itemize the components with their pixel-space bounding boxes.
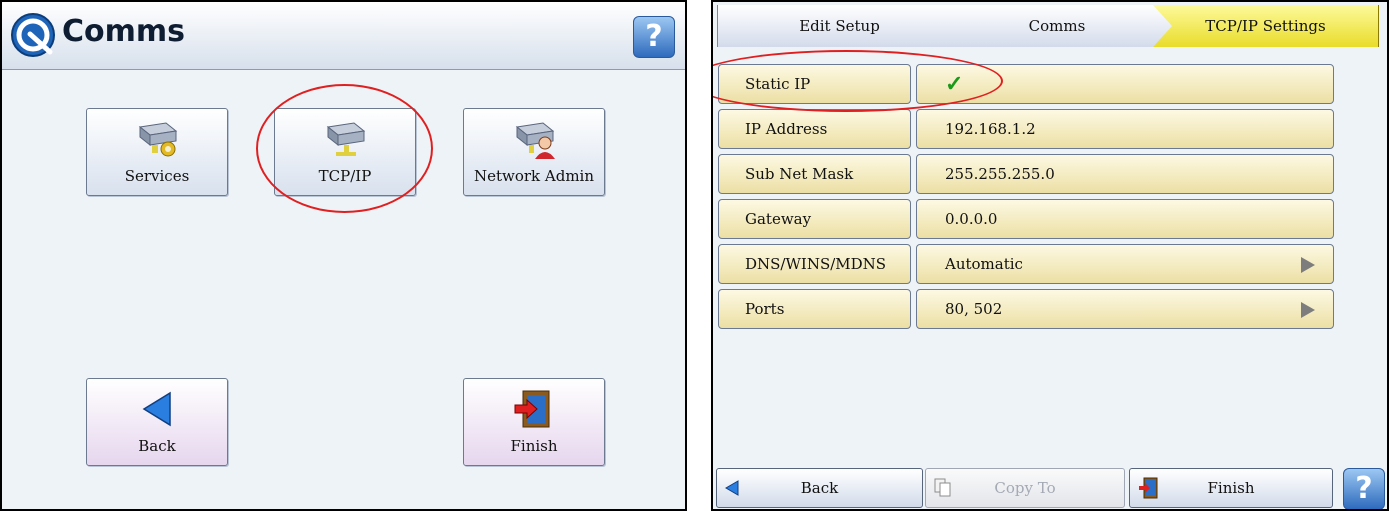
help-button[interactable]: ?: [1343, 468, 1385, 509]
back-label: Back: [138, 437, 176, 455]
ports-value-text: 80, 502: [945, 300, 1003, 318]
breadcrumb-comms[interactable]: Comms: [935, 5, 1179, 47]
tcpip-settings-panel: Edit Setup Comms TCP/IP Settings Static …: [711, 0, 1389, 511]
dns-value-text: Automatic: [945, 255, 1023, 273]
gateway-value[interactable]: 0.0.0.0: [916, 199, 1334, 239]
dns-row[interactable]: DNS/WINS/MDNS Automatic: [718, 244, 1334, 284]
network-admin-icon: [515, 122, 555, 159]
back-button[interactable]: Back: [86, 378, 228, 466]
network-admin-button[interactable]: Network Admin: [463, 108, 605, 196]
subnet-mask-label: Sub Net Mask: [718, 154, 911, 194]
copy-to-label: Copy To: [994, 479, 1056, 497]
back-label: Back: [800, 479, 839, 497]
copy-to-button[interactable]: Copy To: [925, 468, 1125, 508]
comms-panel: Comms ? Services TCP/IP Network Admin Ba…: [0, 0, 687, 511]
services-button[interactable]: Services: [86, 108, 228, 196]
tcpip-label: TCP/IP: [318, 167, 372, 185]
breadcrumb-edit-setup[interactable]: Edit Setup: [717, 5, 961, 47]
comms-logo-icon: [11, 13, 55, 57]
services-label: Services: [124, 167, 190, 185]
ip-address-row[interactable]: IP Address 192.168.1.2: [718, 109, 1334, 149]
network-device-icon: [326, 122, 366, 156]
help-button[interactable]: ?: [633, 16, 675, 58]
static-ip-row[interactable]: Static IP ✓: [718, 64, 1334, 104]
ip-address-value[interactable]: 192.168.1.2: [916, 109, 1334, 149]
finish-label: Finish: [1207, 479, 1255, 497]
static-ip-value[interactable]: ✓: [916, 64, 1334, 104]
exit-door-icon: [514, 390, 550, 428]
breadcrumb-tcpip-settings[interactable]: TCP/IP Settings: [1153, 5, 1379, 47]
back-button[interactable]: Back: [716, 468, 923, 508]
ip-address-label: IP Address: [718, 109, 911, 149]
gateway-label: Gateway: [718, 199, 911, 239]
static-ip-label: Static IP: [718, 64, 911, 104]
finish-label: Finish: [510, 437, 558, 455]
comms-header: Comms ?: [2, 2, 685, 70]
gateway-row[interactable]: Gateway 0.0.0.0: [718, 199, 1334, 239]
ports-row[interactable]: Ports 80, 502: [718, 289, 1334, 329]
expand-arrow-icon: [1301, 302, 1315, 318]
checkmark-icon: ✓: [945, 71, 964, 97]
back-arrow-icon: [142, 391, 171, 427]
subnet-mask-row[interactable]: Sub Net Mask 255.255.255.0: [718, 154, 1334, 194]
finish-button[interactable]: Finish: [463, 378, 605, 466]
ports-label: Ports: [718, 289, 911, 329]
page-title: Comms: [62, 14, 186, 49]
ports-value[interactable]: 80, 502: [916, 289, 1334, 329]
tcpip-button[interactable]: TCP/IP: [274, 108, 416, 196]
subnet-mask-value[interactable]: 255.255.255.0: [916, 154, 1334, 194]
finish-button[interactable]: Finish: [1129, 468, 1333, 508]
dns-value[interactable]: Automatic: [916, 244, 1334, 284]
services-device-icon: [138, 122, 178, 157]
expand-arrow-icon: [1301, 257, 1315, 273]
dns-label: DNS/WINS/MDNS: [718, 244, 911, 284]
network-admin-label: Network Admin: [473, 167, 595, 185]
